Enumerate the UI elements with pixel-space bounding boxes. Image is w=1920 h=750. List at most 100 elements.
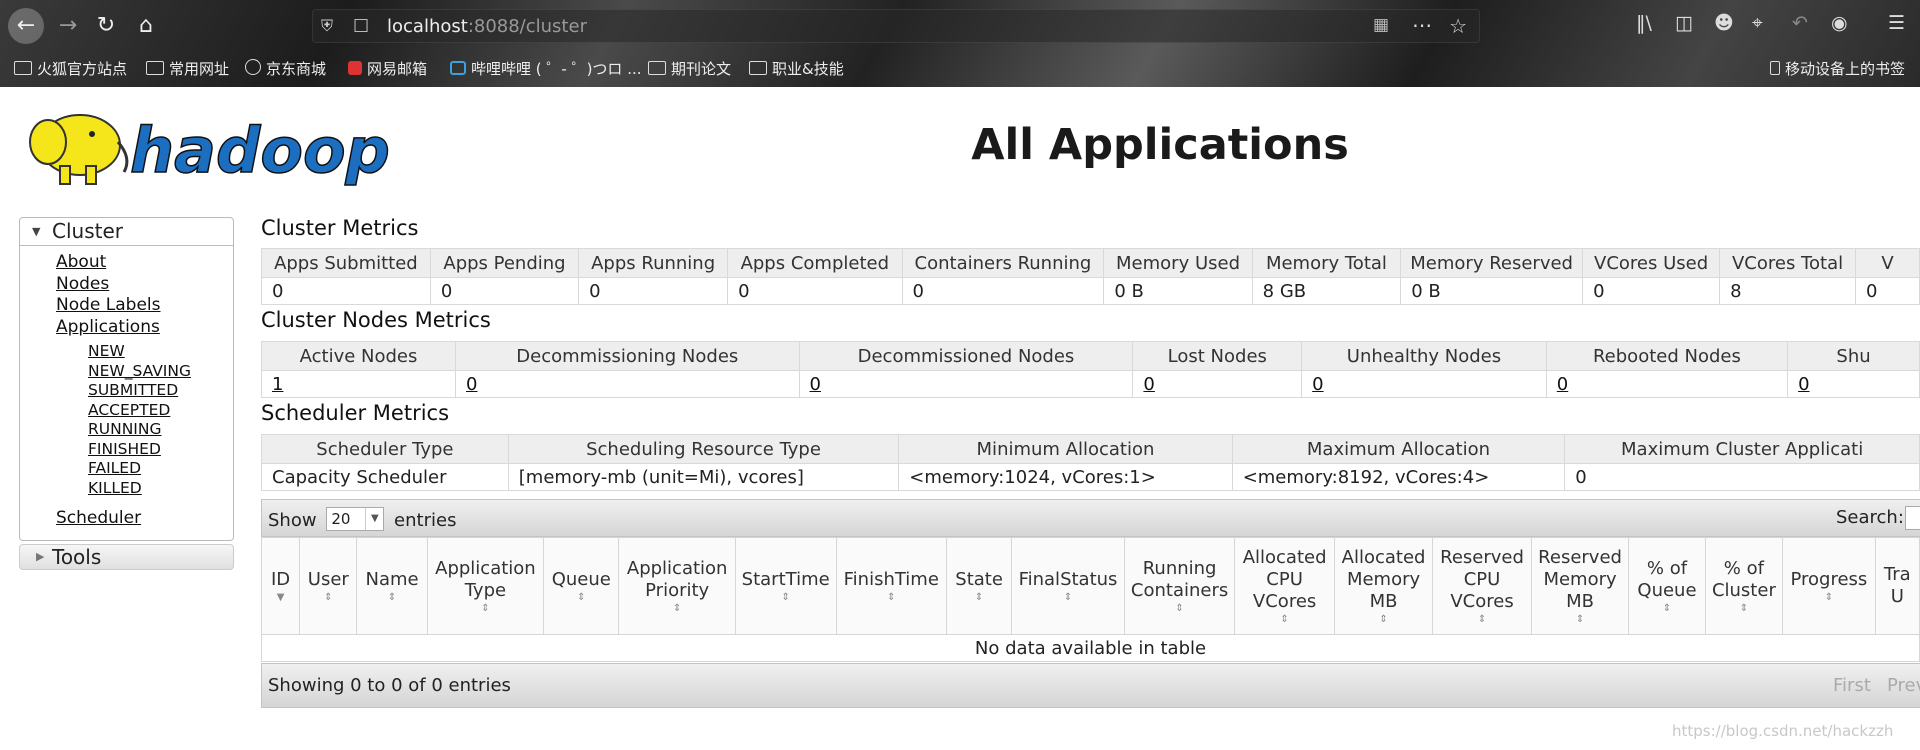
url-bar[interactable]: ⛨ □ localhost:8088/cluster ▦ ⋯ ☆ — [312, 9, 1480, 43]
hadoop-logo[interactable]: hadoop — [20, 100, 392, 190]
qr-code-icon[interactable]: ▦ — [1373, 15, 1389, 35]
sidebar-icon[interactable]: ◫ — [1675, 12, 1693, 34]
bookmark-star-icon[interactable]: ☆ — [1449, 14, 1467, 38]
nav-link-state[interactable]: KILLED — [88, 479, 233, 499]
search-input[interactable] — [1905, 506, 1920, 530]
shield-icon[interactable]: ⛨ — [321, 16, 333, 36]
column-header-percent-cluster[interactable]: % of Cluster ⇕ — [1704, 537, 1784, 635]
column-header: Memory Used — [1103, 248, 1253, 278]
nav-link-about[interactable]: About — [56, 252, 233, 274]
bookmark-item[interactable]: 网易邮箱 — [348, 58, 427, 79]
column-header-tracking-ui[interactable]: Tra U — [1874, 537, 1920, 635]
chevron-down-icon: ▼ — [365, 508, 383, 530]
scheduler-value: <memory:1024, vCores:1> — [898, 463, 1233, 491]
metric-value: 0 — [1582, 277, 1721, 305]
nodes-metrics-table: Active Nodes Decommissioning Nodes Decom… — [260, 341, 1920, 398]
folder-icon — [14, 61, 32, 75]
column-header: Decommissioned Nodes — [798, 341, 1134, 371]
cluster-header[interactable]: ▼ Cluster — [20, 218, 233, 246]
column-header-percent-queue[interactable]: % of Queue ⇕ — [1628, 537, 1706, 635]
bookmark-item[interactable]: 火狐官方站点 — [14, 58, 127, 79]
nav-link-state[interactable]: RUNNING — [88, 420, 233, 440]
unhealthy-nodes-link[interactable]: 0 — [1312, 374, 1323, 395]
app-state-links: NEW NEW_SAVING SUBMITTED ACCEPTED RUNNIN… — [56, 338, 233, 508]
column-header: Scheduler Type — [261, 434, 509, 464]
url-text[interactable]: localhost:8088/cluster — [387, 16, 587, 37]
column-header: VCores Total — [1719, 248, 1857, 278]
metric-value: 0 — [578, 277, 729, 305]
folder-icon — [146, 61, 164, 75]
column-header-name[interactable]: Name ⇕ — [356, 537, 428, 635]
decommissioning-nodes-link[interactable]: 0 — [466, 374, 477, 395]
first-page-button[interactable]: First — [1833, 675, 1871, 696]
column-header-alloc-memory[interactable]: Allocated Memory MB ⇕ — [1333, 537, 1434, 635]
column-header-id[interactable]: ID ▼ — [260, 537, 301, 635]
bookmark-item[interactable]: 哔哩哔哩 ( ゜- ゜)つロ ... — [450, 58, 642, 79]
bookmark-item[interactable]: 常用网址 — [146, 58, 229, 79]
shutdown-nodes-link[interactable]: 0 — [1798, 374, 1809, 395]
forward-icon[interactable]: → — [52, 10, 84, 42]
nav-link-state[interactable]: SUBMITTED — [88, 381, 233, 401]
column-header-reserved-memory[interactable]: Reserved Memory MB ⇕ — [1530, 537, 1630, 635]
decommissioned-nodes-link[interactable]: 0 — [810, 374, 821, 395]
lost-nodes-link[interactable]: 0 — [1143, 374, 1154, 395]
column-header: Lost Nodes — [1132, 341, 1303, 371]
nav-link-state[interactable]: ACCEPTED — [88, 401, 233, 421]
bookmark-item[interactable]: 期刊论文 — [648, 58, 731, 79]
extension-icon[interactable]: ◉ — [1831, 12, 1848, 34]
bookmarks-bar: 火狐官方站点 常用网址 京东商城 网易邮箱 哔哩哔哩 ( ゜- ゜)つロ ...… — [0, 55, 1920, 83]
globe-icon — [245, 59, 261, 75]
nav-link-state[interactable]: NEW_SAVING — [88, 362, 233, 382]
empty-table-message: No data available in table — [261, 634, 1920, 662]
back-icon[interactable]: ← — [8, 8, 44, 44]
previous-page-button[interactable]: Prev — [1887, 675, 1920, 696]
account-icon[interactable]: ☻ — [1714, 12, 1734, 34]
rebooted-nodes-link[interactable]: 0 — [1557, 374, 1568, 395]
nav-link-state[interactable]: FAILED — [88, 459, 233, 479]
bookmark-item-mobile[interactable]: 移动设备上的书签 — [1770, 58, 1905, 79]
undo-icon[interactable]: ↶ — [1792, 12, 1808, 34]
nav-link-nodes[interactable]: Nodes — [56, 274, 233, 296]
column-header-app-type[interactable]: Application Type ⇕ — [426, 537, 545, 635]
bookmark-item[interactable]: 职业&技能 — [749, 58, 844, 79]
column-header: Memory Reserved — [1400, 248, 1584, 278]
column-header-alloc-vcores[interactable]: Allocated CPU VCores ⇕ — [1234, 537, 1335, 635]
metric-value: 0 — [727, 277, 903, 305]
column-header: Memory Total — [1251, 248, 1402, 278]
bookmark-item[interactable]: 京东商城 — [245, 58, 326, 79]
screenshot-icon[interactable]: ⌖ — [1752, 12, 1763, 34]
column-header-final-status[interactable]: FinalStatus ⇕ — [1011, 537, 1125, 635]
column-header: Containers Running — [901, 248, 1105, 278]
sort-icon: ⇕ — [1280, 614, 1289, 625]
column-header-reserved-vcores[interactable]: Reserved CPU VCores ⇕ — [1432, 537, 1532, 635]
more-actions-icon[interactable]: ⋯ — [1412, 13, 1433, 37]
active-nodes-link[interactable]: 1 — [272, 374, 283, 395]
column-header-priority[interactable]: Application Priority ⇕ — [618, 537, 736, 635]
column-header: Maximum Allocation — [1231, 434, 1566, 464]
home-icon[interactable]: ⌂ — [130, 10, 162, 42]
watermark: https://blog.csdn.net/hackzzh — [1672, 722, 1894, 740]
reload-icon[interactable]: ↻ — [90, 10, 122, 42]
entries-select[interactable]: 20 ▼ — [326, 507, 385, 531]
nav-link-state[interactable]: NEW — [88, 342, 233, 362]
column-header-state[interactable]: State ⇕ — [945, 537, 1013, 635]
column-header: Scheduling Resource Type — [507, 434, 900, 464]
nodes-metrics-title: Cluster Nodes Metrics — [261, 308, 491, 332]
nav-link-node-labels[interactable]: Node Labels — [56, 295, 233, 317]
column-header-progress[interactable]: Progress ⇕ — [1782, 537, 1876, 635]
tools-header[interactable]: ▶ Tools — [19, 543, 234, 570]
menu-icon[interactable]: ☰ — [1888, 12, 1905, 34]
cluster-metrics-table: Apps Submitted Apps Pending Apps Running… — [261, 248, 1920, 305]
library-icon[interactable]: ‖\ — [1636, 12, 1652, 34]
column-header-start-time[interactable]: StartTime ⇕ — [734, 537, 837, 635]
column-header: Shu — [1787, 341, 1920, 371]
column-header-user[interactable]: User ⇕ — [299, 537, 358, 635]
nav-link-scheduler[interactable]: Scheduler — [56, 508, 233, 530]
column-header-running-containers[interactable]: Running Containers ⇕ — [1123, 537, 1236, 635]
column-header-finish-time[interactable]: FinishTime ⇕ — [835, 537, 947, 635]
column-header: Active Nodes — [260, 341, 457, 371]
nav-link-applications[interactable]: Applications — [56, 317, 233, 339]
column-header-queue[interactable]: Queue ⇕ — [543, 537, 620, 635]
sort-icon: ⇕ — [887, 592, 896, 603]
nav-link-state[interactable]: FINISHED — [88, 440, 233, 460]
